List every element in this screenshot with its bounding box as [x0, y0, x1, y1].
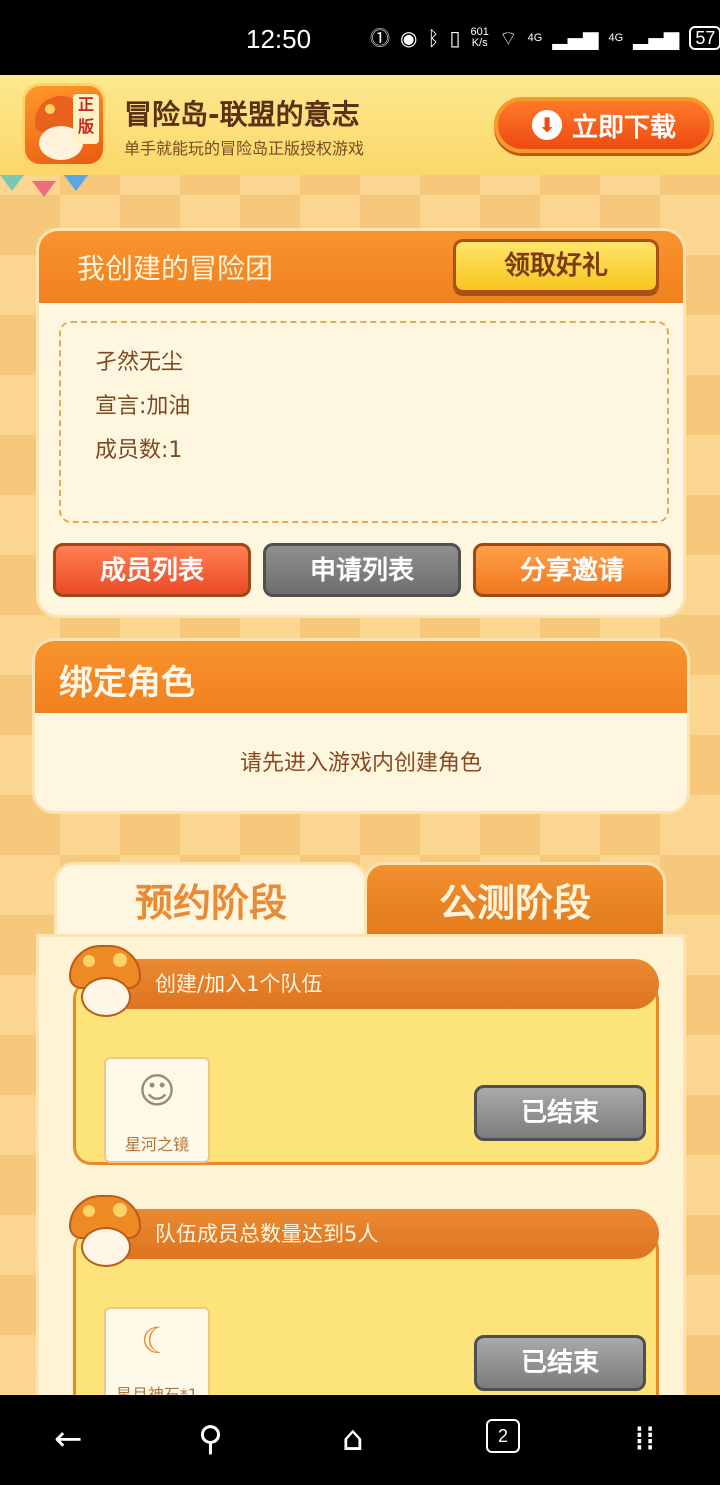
- system-nav-bar: ← ⚲ ⌂ 2 ⁞⁞: [0, 1395, 720, 1485]
- wifi-icon: ⌔: [498, 26, 518, 50]
- status-icons: ⓵ ◉ ᛒ ▯ 601 K/s ⌔ 4G ▂▄▆ 4G ▂▄▆ 57 ❦: [370, 26, 720, 50]
- tab-public-test-stage[interactable]: 公测阶段: [364, 862, 666, 938]
- star-glasses-icon: ☺: [138, 1071, 176, 1112]
- team-card-title: 我创建的冒险团: [77, 252, 274, 285]
- back-icon[interactable]: ←: [54, 1421, 83, 1457]
- task-item: ☾ 星月神石*1 已结束 队伍成员总数量达到5人: [69, 1195, 659, 1404]
- task-item: ☺ 星河之镜 已结束 创建/加入1个队伍: [69, 945, 659, 1165]
- download-button[interactable]: ⬇ 立即下载: [494, 97, 714, 153]
- signal-1-label: 4G: [527, 31, 543, 44]
- team-button-row: 成员列表 申请列表 分享邀请: [53, 543, 673, 599]
- member-list-button[interactable]: 成员列表: [53, 543, 251, 597]
- tab-reserve-stage[interactable]: 预约阶段: [54, 862, 368, 938]
- app-icon-tag: 正版: [73, 94, 99, 144]
- banner-subtitle: 单手就能玩的冒险岛正版授权游戏: [124, 139, 365, 158]
- ended-button[interactable]: 已结束: [474, 1335, 646, 1391]
- mushroom-mascot-icon: [69, 1195, 145, 1271]
- net-speed-unit: K/s: [471, 37, 488, 49]
- flag-icon: [64, 175, 88, 191]
- ended-button[interactable]: 已结束: [474, 1085, 646, 1141]
- eye-icon: ◉: [400, 26, 418, 50]
- claim-gift-button[interactable]: 领取好礼: [453, 239, 659, 293]
- signal-icon: ▂▄▆: [552, 26, 599, 50]
- team-name: 孑然无尘: [95, 350, 184, 375]
- more-icon[interactable]: ⁞⁞: [634, 1421, 656, 1457]
- download-label: 立即下载: [571, 112, 676, 143]
- flag-icon: [32, 181, 56, 197]
- task-title: 创建/加入1个队伍: [103, 959, 659, 1009]
- application-list-button[interactable]: 申请列表: [263, 543, 461, 597]
- vibrate-icon: ▯: [449, 26, 461, 50]
- bind-role-card: 绑定角色 请先进入游戏内创建角色: [32, 638, 690, 814]
- battery-indicator: 57: [689, 26, 720, 50]
- download-banner[interactable]: 正版 冒险岛-联盟的意志 单手就能玩的冒险岛正版授权游戏 ⬇ 立即下载: [0, 75, 720, 175]
- bind-role-header: 绑定角色: [35, 641, 687, 713]
- bluetooth-icon: ᛒ: [427, 26, 440, 50]
- task-title: 队伍成员总数量达到5人: [103, 1209, 659, 1259]
- team-member-count: 成员数:1: [95, 438, 183, 463]
- reward-name: 星河之镜: [124, 1135, 189, 1154]
- search-icon[interactable]: ⚲: [198, 1421, 223, 1457]
- share-invite-button[interactable]: 分享邀请: [473, 543, 671, 597]
- bind-role-message: 请先进入游戏内创建角色: [239, 751, 482, 776]
- bind-role-title: 绑定角色: [59, 663, 195, 703]
- data-saver-icon: ⓵: [370, 26, 390, 50]
- status-bar: 12:50 ⓵ ◉ ᛒ ▯ 601 K/s ⌔ 4G ▂▄▆ 4G ▂▄▆ 57…: [0, 0, 720, 75]
- mushroom-mascot-icon: [69, 945, 145, 1021]
- recent-apps-button[interactable]: 2: [486, 1419, 520, 1453]
- status-time: 12:50: [246, 24, 312, 54]
- team-card: 我创建的冒险团 领取好礼 孑然无尘 宣言:加油 成员数:1 成员列表 申请列表 …: [36, 228, 686, 618]
- moon-stone-icon: ☾: [140, 1321, 174, 1362]
- reward-item: ☾ 星月神石*1: [104, 1307, 210, 1404]
- reward-item: ☺ 星河之镜: [104, 1057, 210, 1163]
- download-icon: ⬇: [531, 110, 562, 140]
- bunting-flags: [0, 175, 88, 197]
- tasks-panel: ☺ 星河之镜 已结束 创建/加入1个队伍 ☾ 星月神石*1 已结束 队伍成员总数…: [36, 934, 686, 1404]
- flag-icon: [0, 175, 24, 191]
- app-icon: 正版: [22, 83, 106, 167]
- signal-icon-2: ▂▄▆: [633, 26, 680, 50]
- team-card-header: 我创建的冒险团 领取好礼: [39, 231, 683, 303]
- home-icon[interactable]: ⌂: [342, 1421, 364, 1457]
- banner-title: 冒险岛-联盟的意志: [124, 98, 360, 131]
- team-declaration: 宣言:加油: [95, 394, 191, 419]
- signal-2-label: 4G: [608, 31, 624, 44]
- team-info-box: 孑然无尘 宣言:加油 成员数:1: [59, 321, 669, 523]
- net-speed: 601 K/s: [470, 27, 488, 49]
